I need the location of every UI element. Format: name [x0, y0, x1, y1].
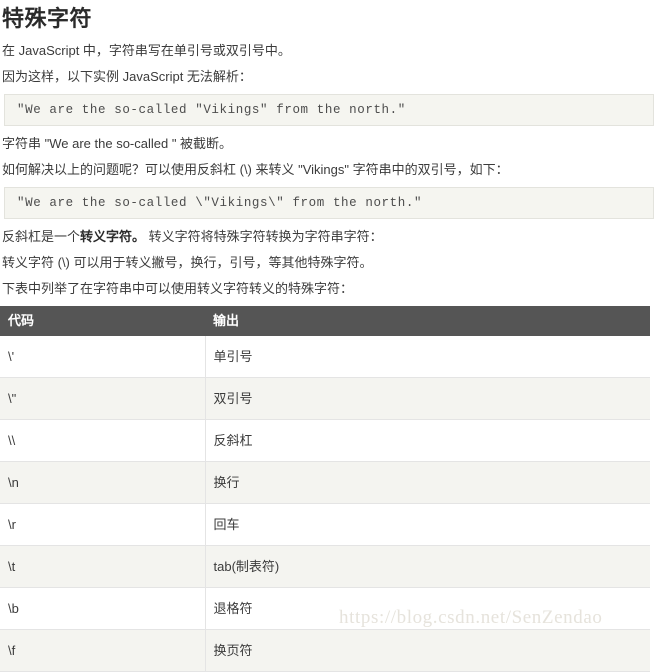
table-cell-output: 退格符: [205, 587, 650, 630]
paragraph-escape-definition: 反斜杠是一个转义字符。 转义字符将特殊字符转换为字符串字符：: [0, 219, 658, 245]
escape-sentence-prefix: 反斜杠是一个: [2, 229, 81, 244]
table-cell-output: 双引号: [205, 377, 650, 420]
paragraph-cannot-parse: 因为这样，以下实例 JavaScript 无法解析：: [2, 69, 252, 84]
table-cell-code: \t: [0, 545, 206, 588]
table-cell-output: 单引号: [205, 336, 650, 378]
table-cell-output: 换行: [205, 461, 650, 504]
table-cell-output: 回车: [205, 503, 650, 546]
table-header-output: 输出: [205, 306, 650, 336]
table-cell-code: \': [0, 336, 206, 378]
table-row: \" 双引号: [0, 377, 650, 420]
table-cell-code: \n: [0, 461, 206, 504]
paragraph-truncated: 字符串 "We are the so-called " 被截断。: [2, 136, 233, 151]
article-page: 特殊字符 在 JavaScript 中，字符串写在单引号或双引号中。 因为这样，…: [0, 0, 658, 672]
table-header: 代码 输出: [0, 306, 650, 336]
escape-sentence-bold: 转义字符。: [80, 229, 146, 244]
table-header-row: 代码 输出: [0, 306, 650, 336]
code-block-unescaped: "We are the so-called "Vikings" from the…: [4, 94, 654, 126]
paragraph-table-intro: 下表中列举了在字符串中可以使用转义字符转义的特殊字符：: [2, 281, 354, 296]
table-row: \t tab(制表符): [0, 545, 650, 588]
table-row: \f 换页符: [0, 629, 650, 672]
table-row: \b 退格符: [0, 587, 650, 630]
table-cell-code: \\: [0, 419, 206, 462]
table-row: \r 回车: [0, 503, 650, 546]
table-cell-output: tab(制表符): [205, 545, 650, 588]
code-block-escaped: "We are the so-called \"Vikings\" from t…: [4, 187, 654, 219]
table-spacer: [0, 297, 658, 306]
escape-sentence-suffix: 转义字符将特殊字符转换为字符串字符：: [145, 229, 383, 244]
escape-characters-table: 代码 输出 \' 单引号 \" 双引号 \\ 反斜杠 \n 换行 \r 回车 \…: [0, 306, 650, 672]
paragraph-how-to-solve: 如何解决以上的问题呢？可以使用反斜杠 (\) 来转义 "Vikings" 字符串…: [2, 162, 509, 177]
table-row: \\ 反斜杠: [0, 419, 650, 462]
table-body: \' 单引号 \" 双引号 \\ 反斜杠 \n 换行 \r 回车 \t tab(…: [0, 336, 650, 672]
table-cell-code: \": [0, 377, 206, 420]
table-cell-code: \r: [0, 503, 206, 546]
table-cell-code: \f: [0, 629, 206, 672]
table-cell-output: 反斜杠: [205, 419, 650, 462]
table-header-code: 代码: [0, 306, 205, 336]
table-cell-code: \b: [0, 587, 206, 630]
table-cell-output: 换页符: [205, 629, 650, 672]
paragraph-escape-usage: 转义字符 (\) 可以用于转义撇号，换行，引号，等其他特殊字符。: [2, 255, 373, 270]
table-row: \n 换行: [0, 461, 650, 504]
page-title: 特殊字符: [2, 6, 93, 31]
paragraph-intro: 在 JavaScript 中，字符串写在单引号或双引号中。: [2, 43, 291, 58]
table-row: \' 单引号: [0, 336, 650, 378]
